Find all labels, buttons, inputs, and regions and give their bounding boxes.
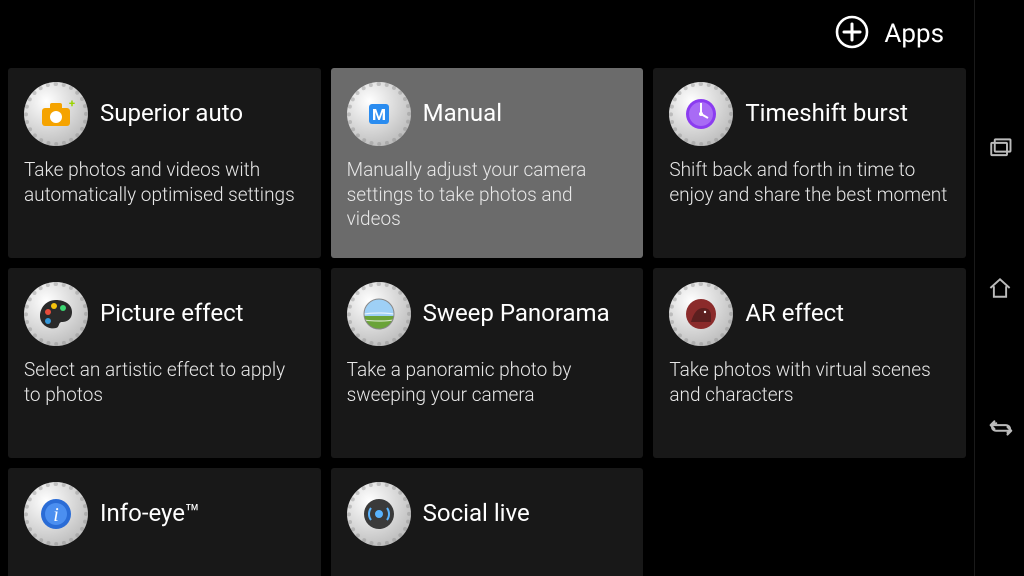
svg-text:M: M (372, 105, 386, 124)
camera-auto-icon: + (24, 82, 88, 146)
tile-title: Info-eye™ (100, 501, 200, 526)
mode-ar-effect[interactable]: AR effect Take photos with virtual scene… (653, 268, 966, 458)
apps-label: Apps (884, 19, 944, 49)
tile-desc: Take photos with virtual scenes and char… (669, 358, 950, 407)
tile-title: Manual (423, 101, 502, 126)
home-icon (986, 274, 1014, 302)
mode-timeshift-burst[interactable]: Timeshift burst Shift back and forth in … (653, 68, 966, 258)
mode-info-eye[interactable]: i Info-eye™ (8, 468, 321, 576)
tile-desc: Select an artistic effect to apply to ph… (24, 358, 305, 407)
back-icon (985, 412, 1015, 442)
info-eye-icon: i (24, 482, 88, 546)
mode-manual[interactable]: M Manual Manually adjust your camera set… (331, 68, 644, 258)
tile-desc: Take photos and videos with automaticall… (24, 158, 305, 207)
back-button[interactable] (982, 409, 1018, 445)
recent-apps-icon (986, 135, 1014, 163)
mode-picker-screen: Apps + Superior auto Tak (0, 0, 974, 576)
apps-button[interactable]: Apps (834, 14, 944, 54)
broadcast-icon (347, 482, 411, 546)
system-navbar (974, 0, 1024, 576)
tile-title: AR effect (745, 301, 844, 326)
mode-sweep-panorama[interactable]: Sweep Panorama Take a panoramic photo by… (331, 268, 644, 458)
ar-dino-icon (669, 282, 733, 346)
mode-grid: + Superior auto Take photos and videos w… (8, 68, 966, 576)
clock-burst-icon (669, 82, 733, 146)
mode-picture-effect[interactable]: Picture effect Select an artistic effect… (8, 268, 321, 458)
tile-title: Sweep Panorama (423, 301, 610, 326)
tile-title: Timeshift burst (745, 101, 908, 126)
recent-apps-button[interactable] (982, 131, 1018, 167)
tile-title: Superior auto (100, 101, 243, 126)
tile-desc: Manually adjust your camera settings to … (347, 158, 628, 232)
panorama-icon (347, 282, 411, 346)
tile-desc: Take a panoramic photo by sweeping your … (347, 358, 628, 407)
header: Apps (8, 8, 966, 68)
tile-title: Picture effect (100, 301, 243, 326)
tile-desc: Shift back and forth in time to enjoy an… (669, 158, 950, 207)
manual-m-icon: M (347, 82, 411, 146)
svg-text:i: i (53, 504, 59, 526)
svg-text:+: + (69, 97, 75, 110)
mode-superior-auto[interactable]: + Superior auto Take photos and videos w… (8, 68, 321, 258)
plus-circle-icon (834, 14, 870, 54)
tile-title: Social live (423, 501, 530, 526)
mode-social-live[interactable]: Social live (331, 468, 644, 576)
palette-icon (24, 282, 88, 346)
home-button[interactable] (982, 270, 1018, 306)
